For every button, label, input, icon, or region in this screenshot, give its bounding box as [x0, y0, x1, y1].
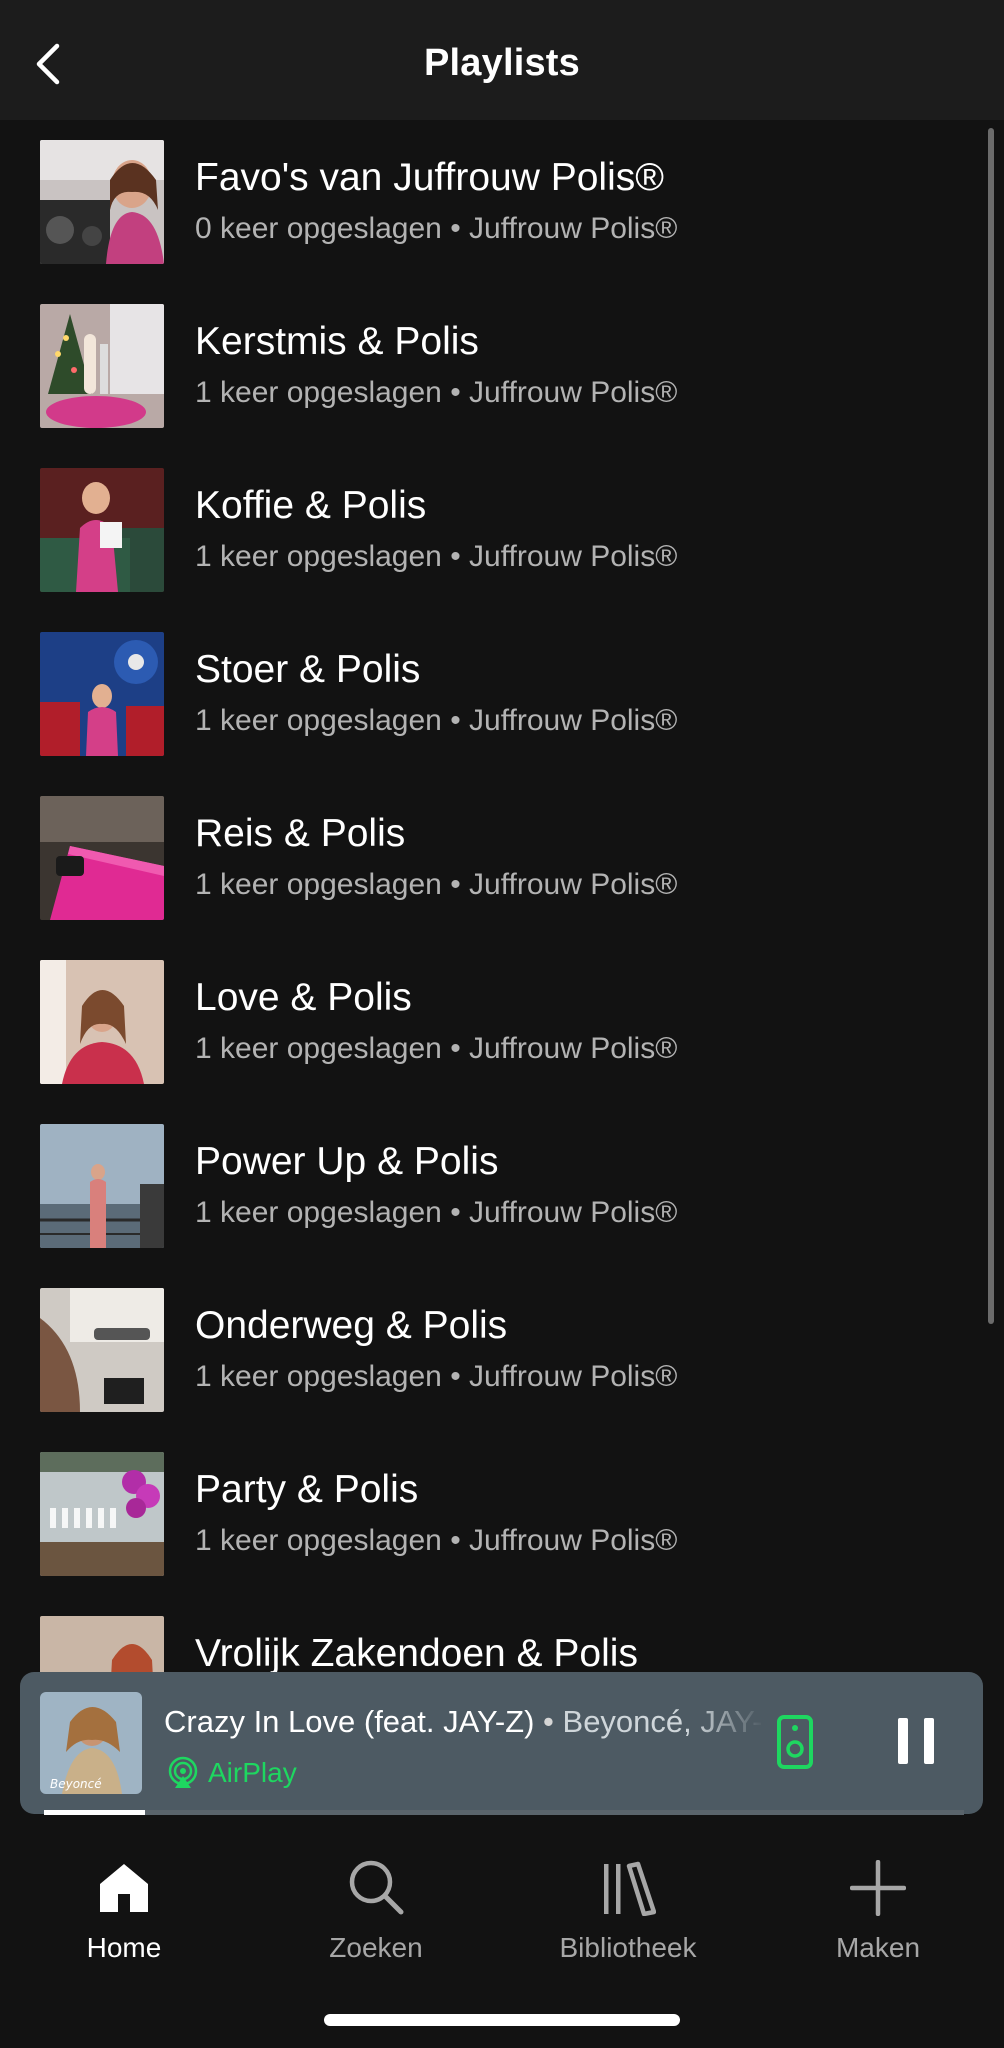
playlist-subtitle: 1 keer opgeslagen • Juffrouw Polis® — [195, 704, 678, 737]
playlist-title: Power Up & Polis — [195, 1140, 499, 1183]
airplay-device[interactable]: AirPlay — [166, 1756, 297, 1790]
playlist-subtitle: 1 keer opgeslagen • Juffrouw Polis® — [195, 868, 678, 901]
pause-icon — [898, 1718, 934, 1764]
nav-label: Bibliotheek — [559, 1932, 697, 1963]
playlist-item[interactable]: Onderweg & Polis 1 keer opgeslagen • Juf… — [0, 1268, 980, 1432]
album-art: Beyoncé — [40, 1692, 142, 1794]
library-icon — [604, 1861, 656, 1916]
nav-label: Maken — [835, 1932, 921, 1963]
playlist-item[interactable]: Love & Polis 1 keer opgeslagen • Juffrou… — [0, 940, 980, 1104]
playlist-item[interactable]: Koffie & Polis 1 keer opgeslagen • Juffr… — [0, 448, 980, 612]
nav-label: Zoeken — [329, 1932, 423, 1963]
page-title: Playlists — [423, 42, 580, 84]
now-playing-bar[interactable]: Beyoncé Crazy In Love (feat. JAY-Z) • Be… — [20, 1672, 983, 1814]
now-playing-title: Crazy In Love (feat. JAY-Z) • Beyoncé, J… — [164, 1704, 764, 1748]
track-artist: Beyoncé, JAY-Z — [562, 1704, 764, 1739]
playlist-item[interactable]: Power Up & Polis 1 keer opgeslagen • Juf… — [0, 1104, 980, 1268]
search-icon — [349, 1860, 404, 1915]
svg-text:Beyoncé: Beyoncé — [50, 1777, 102, 1791]
playlist-subtitle: 1 keer opgeslagen • Juffrouw Polis® — [195, 1196, 678, 1229]
playlist-cover — [40, 1288, 164, 1412]
playlist-subtitle: 1 keer opgeslagen • Juffrouw Polis® — [195, 1360, 678, 1393]
playlist-cover — [40, 632, 164, 756]
playlist-cover — [40, 140, 164, 264]
playlist-item[interactable]: Kerstmis & Polis 1 keer opgeslagen • Juf… — [0, 284, 980, 448]
pause-button[interactable] — [896, 1718, 936, 1769]
playlist-item[interactable]: Stoer & Polis 1 keer opgeslagen • Juffro… — [0, 612, 980, 776]
playlist-subtitle: 1 keer opgeslagen • Juffrouw Polis® — [195, 1032, 678, 1065]
playlist-cover — [40, 1452, 164, 1576]
playlist-title: Favo's van Juffrouw Polis® — [195, 156, 664, 199]
playlist-subtitle: 1 keer opgeslagen • Juffrouw Polis® — [195, 1524, 678, 1557]
playlist-item[interactable]: Vrolijk Zakendoen & Polis — [0, 1596, 980, 1680]
playlist-title: Koffie & Polis — [195, 484, 427, 527]
playlist-title: Kerstmis & Polis — [195, 320, 479, 363]
playlist-cover — [40, 796, 164, 920]
home-icon — [100, 1864, 148, 1912]
playlist-title: Reis & Polis — [195, 812, 406, 855]
playlist-cover — [40, 468, 164, 592]
playback-progress-track[interactable] — [44, 1810, 964, 1815]
nav-home[interactable]: Home — [24, 1848, 224, 1964]
playlist-cover — [40, 960, 164, 1084]
track-title: Crazy In Love (feat. JAY-Z) — [164, 1704, 535, 1739]
scrollbar[interactable] — [988, 128, 994, 1324]
playlist-subtitle: 0 keer opgeslagen • Juffrouw Polis® — [195, 212, 678, 245]
playlist-subtitle: 1 keer opgeslagen • Juffrouw Polis® — [195, 540, 678, 573]
playlist-item[interactable]: Party & Polis 1 keer opgeslagen • Juffro… — [0, 1432, 980, 1596]
nav-label: Home — [86, 1932, 162, 1963]
device-label: AirPlay — [208, 1757, 297, 1788]
playlist-title: Love & Polis — [195, 976, 412, 1019]
airplay-icon — [168, 1756, 198, 1788]
top-bar: Playlists — [0, 0, 1004, 120]
playlist-title: Vrolijk Zakendoen & Polis — [195, 1632, 638, 1675]
nav-create[interactable]: Maken — [778, 1848, 978, 1964]
playlist-title: Onderweg & Polis — [195, 1304, 508, 1347]
plus-icon — [850, 1860, 906, 1916]
playlist-list[interactable]: Favo's van Juffrouw Polis® 0 keer opgesl… — [0, 120, 1004, 1680]
nav-search[interactable]: Zoeken — [276, 1848, 476, 1964]
speaker-icon — [777, 1715, 813, 1769]
playlist-subtitle: 1 keer opgeslagen • Juffrouw Polis® — [195, 376, 678, 409]
track-separator: • — [534, 1704, 563, 1739]
connect-device-button[interactable] — [776, 1714, 814, 1775]
playlist-cover — [40, 1616, 164, 1680]
playlist-item[interactable]: Favo's van Juffrouw Polis® 0 keer opgesl… — [0, 120, 980, 284]
playlist-title: Stoer & Polis — [195, 648, 421, 691]
home-indicator — [324, 2014, 680, 2026]
playlist-cover — [40, 304, 164, 428]
playlist-cover — [40, 1124, 164, 1248]
playlist-title: Party & Polis — [195, 1468, 419, 1511]
playlist-item[interactable]: Reis & Polis 1 keer opgeslagen • Juffrou… — [0, 776, 980, 940]
nav-library[interactable]: Bibliotheek — [528, 1848, 728, 1964]
playback-progress — [44, 1810, 145, 1815]
